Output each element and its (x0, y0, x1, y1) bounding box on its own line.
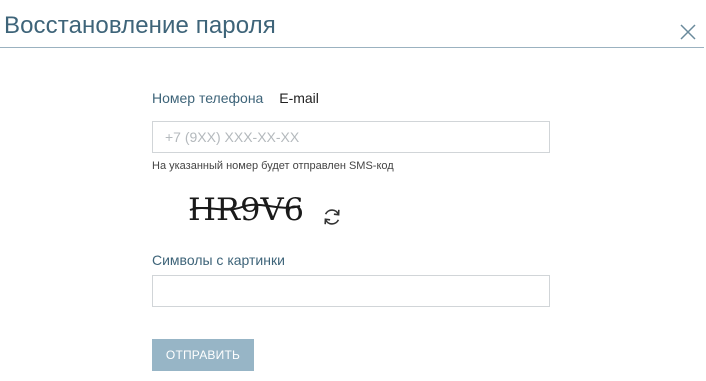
captcha-image: HR9V6 (188, 192, 304, 226)
password-recovery-dialog: Восстановление пароля Номер телефона E-m… (0, 0, 706, 381)
captcha-input[interactable] (152, 275, 550, 307)
title-divider (0, 47, 704, 48)
recovery-method-tabs: Номер телефона E-mail (152, 90, 319, 106)
refresh-icon[interactable] (321, 206, 343, 228)
submit-button[interactable]: ОТПРАВИТЬ (152, 339, 254, 371)
dialog-title: Восстановление пароля (4, 12, 276, 39)
close-icon[interactable] (678, 22, 698, 42)
phone-input[interactable] (152, 121, 550, 153)
sms-hint: На указанный номер будет отправлен SMS-к… (152, 160, 394, 172)
captcha-field-label: Символы с картинки (152, 252, 285, 268)
tab-email[interactable]: E-mail (279, 90, 319, 106)
tab-phone[interactable]: Номер телефона (152, 90, 263, 106)
